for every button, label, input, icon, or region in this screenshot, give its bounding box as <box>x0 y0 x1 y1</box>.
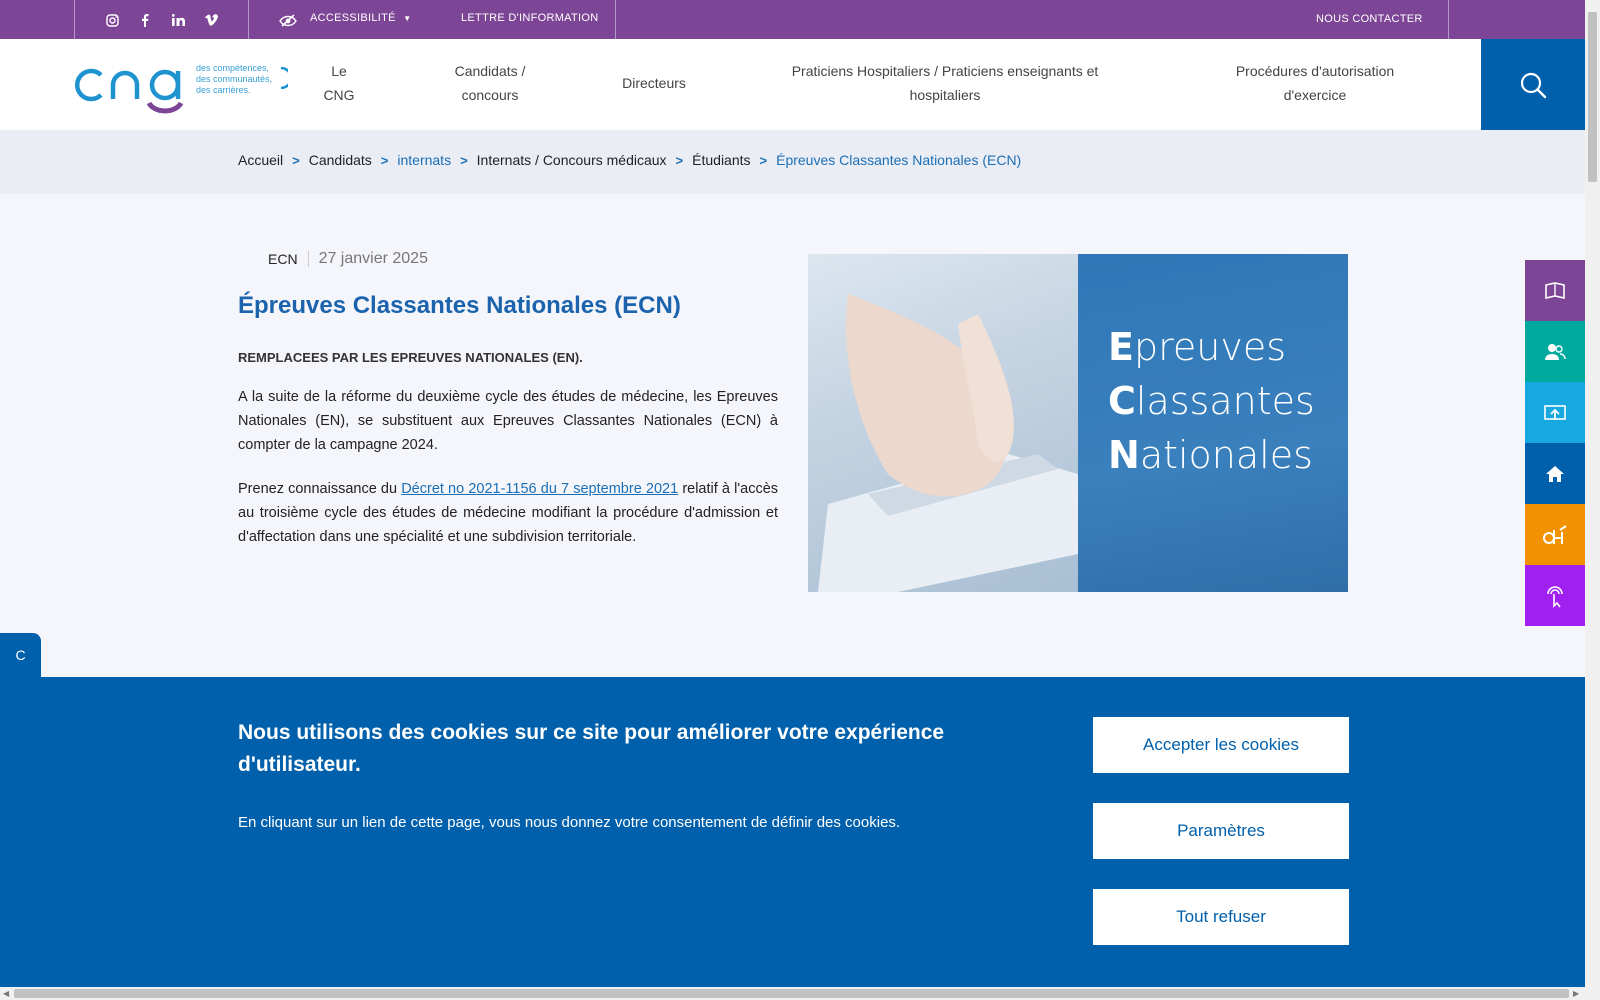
upload-icon <box>1544 404 1566 420</box>
page-title: Épreuves Classantes Nationales (ECN) <box>238 292 681 319</box>
scroll-left-icon[interactable]: ◀ <box>3 989 9 998</box>
breadcrumb-concours-medicaux[interactable]: Internats / Concours médicaux <box>477 152 667 168</box>
scrollbar-thumb[interactable] <box>14 989 1569 998</box>
top-bar: ACCESSIBILITÉ ▼ LETTRE D'INFORMATION NOU… <box>0 0 1585 39</box>
hero-image: Epreuves Classantes Nationales <box>808 254 1348 592</box>
accept-cookies-button[interactable]: Accepter les cookies <box>1093 717 1349 773</box>
decree-link[interactable]: Décret no 2021-1156 du 7 septembre 2021 <box>401 481 678 497</box>
chevron-right-icon: > <box>759 152 768 168</box>
nav-directeurs[interactable]: Directeurs <box>600 71 708 95</box>
contact-link[interactable]: NOUS CONTACTER <box>1316 13 1423 25</box>
breadcrumb-accueil[interactable]: Accueil <box>238 152 283 168</box>
users-icon <box>1545 343 1566 360</box>
breadcrumb-candidats[interactable]: Candidats <box>309 152 372 168</box>
nav-praticiens[interactable]: Praticiens Hospitaliers / Praticiens ens… <box>765 59 1125 107</box>
article-date: 27 janvier 2025 <box>318 250 428 267</box>
nav-procedures[interactable]: Procédures d'autorisation d'exercice <box>1210 59 1420 107</box>
instagram-icon[interactable] <box>103 11 121 29</box>
side-tab-accessibility[interactable] <box>1525 565 1585 626</box>
cng-logo-mark <box>74 68 184 114</box>
logo-arc <box>280 67 288 89</box>
cookie-heading: Nous utilisons des cookies sur ce site p… <box>238 721 945 776</box>
article-meta: ECN 27 janvier 2025 <box>238 250 778 268</box>
cng-logo[interactable]: des compétences, des communautés, des ca… <box>73 61 288 121</box>
cookie-banner: Nous utilisons des cookies sur ce site p… <box>0 677 1585 987</box>
book-icon <box>1545 281 1565 299</box>
hand-illustration <box>818 294 1078 592</box>
article-category: ECN <box>268 251 309 267</box>
breadcrumb: Accueil > Candidats > internats > Intern… <box>0 130 1585 194</box>
site-header: des compétences, des communautés, des ca… <box>0 39 1585 130</box>
side-tab-publications[interactable] <box>1525 260 1585 321</box>
divider <box>615 0 616 39</box>
cookie-text: En cliquant sur un lien de cette page, v… <box>238 814 901 831</box>
facebook-icon[interactable] <box>136 11 154 29</box>
article-paragraph-decree: Prenez connaissance du Décret no 2021-11… <box>238 481 779 545</box>
chevron-right-icon: > <box>460 152 468 168</box>
chevron-right-icon: > <box>675 152 684 168</box>
accessibility-menu[interactable]: ACCESSIBILITÉ ▼ <box>310 12 411 24</box>
article-lead: REMPLACEES PAR LES EPREUVES NATIONALES (… <box>238 350 583 365</box>
side-tab-upload[interactable] <box>1525 382 1585 443</box>
vertical-scrollbar[interactable] <box>1585 0 1600 1000</box>
breadcrumb-current: Épreuves Classantes Nationales (ECN) <box>776 152 1022 168</box>
search-button[interactable] <box>1481 39 1585 130</box>
nav-le-cng[interactable]: Le CNG <box>314 59 364 107</box>
divider <box>74 0 75 39</box>
logo-tagline: des compétences, des communautés, des ca… <box>196 63 273 95</box>
cookie-toggle-tab[interactable]: C <box>0 633 41 677</box>
article: ECN 27 janvier 2025 Épreuves Classantes … <box>238 250 778 549</box>
breadcrumb-internats[interactable]: internats <box>397 152 451 168</box>
cookie-settings-button[interactable]: Paramètres <box>1093 803 1349 859</box>
chevron-right-icon: > <box>292 152 300 168</box>
vimeo-icon[interactable] <box>202 11 220 29</box>
accessibility-label: ACCESSIBILITÉ <box>310 12 396 24</box>
pointer-icon <box>1547 585 1563 608</box>
scrollbar-thumb[interactable] <box>1588 12 1597 182</box>
nav-candidats-concours[interactable]: Candidats / concours <box>430 59 550 107</box>
breadcrumb-etudiants[interactable]: Étudiants <box>692 152 750 168</box>
newsletter-link[interactable]: LETTRE D'INFORMATION <box>461 12 598 24</box>
chevron-right-icon: > <box>380 152 389 168</box>
home-icon <box>1546 465 1564 482</box>
eye-slash-icon <box>278 11 298 29</box>
divider <box>248 0 249 39</box>
chevron-down-icon: ▼ <box>403 14 412 23</box>
side-tab-home[interactable] <box>1525 443 1585 504</box>
search-icon <box>1520 72 1547 98</box>
scroll-right-icon[interactable]: ▶ <box>1573 989 1579 998</box>
hand-tablet-photo <box>808 254 1078 592</box>
linkedin-icon[interactable] <box>169 11 187 29</box>
divider <box>1448 0 1449 39</box>
hero-words: Epreuves Classantes Nationales <box>1108 325 1315 477</box>
refuse-cookies-button[interactable]: Tout refuser <box>1093 889 1349 945</box>
side-tab-dh[interactable] <box>1525 504 1585 565</box>
article-paragraph: A la suite de la réforme du deuxième cyc… <box>238 389 778 453</box>
dh-icon <box>1543 524 1567 544</box>
horizontal-scrollbar[interactable]: ◀ ▶ <box>0 987 1585 1000</box>
side-tab-users[interactable] <box>1525 321 1585 382</box>
